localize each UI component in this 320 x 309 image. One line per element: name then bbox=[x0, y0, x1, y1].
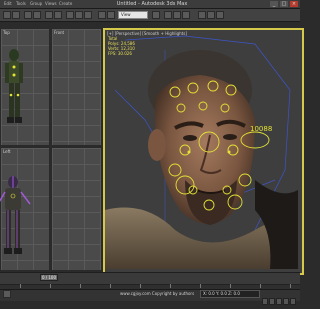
minimize-button[interactable]: _ bbox=[270, 1, 278, 7]
menu-views[interactable]: Views bbox=[45, 0, 57, 8]
go-to-start-icon[interactable] bbox=[262, 298, 268, 305]
previous-frame-icon[interactable] bbox=[269, 298, 275, 305]
timeline-tick bbox=[50, 284, 51, 288]
mirror-icon[interactable] bbox=[98, 11, 106, 19]
select-region-icon[interactable] bbox=[54, 11, 62, 19]
viewport-front-label: Front bbox=[54, 30, 65, 35]
character-front-view-figure[interactable] bbox=[0, 172, 34, 270]
transform-coordinates[interactable]: X: 0.0 Y: 0.0 Z: 0.0 bbox=[200, 290, 260, 298]
timeline-tick bbox=[290, 284, 291, 288]
maximize-button[interactable]: □ bbox=[280, 1, 288, 7]
reference-coordinate-dropdown[interactable]: View bbox=[118, 11, 148, 19]
rotate-icon[interactable] bbox=[75, 11, 83, 19]
material-editor-icon[interactable] bbox=[198, 11, 206, 19]
percent-snap-icon[interactable] bbox=[182, 11, 190, 19]
move-icon[interactable] bbox=[66, 11, 74, 19]
render-setup-icon[interactable] bbox=[207, 11, 215, 19]
timeline-tick bbox=[170, 284, 171, 288]
undo-icon[interactable] bbox=[3, 11, 11, 19]
timeline-tick bbox=[20, 284, 21, 288]
timeline-tick bbox=[110, 284, 111, 288]
pivot-icon[interactable] bbox=[152, 11, 160, 19]
menu-tools[interactable]: Tools bbox=[16, 0, 26, 8]
timeline-tick bbox=[140, 284, 141, 288]
viewport-left-label: Left bbox=[3, 149, 11, 154]
link-icon[interactable] bbox=[24, 11, 32, 19]
close-button[interactable]: × bbox=[290, 1, 298, 7]
snap-icon[interactable] bbox=[164, 11, 172, 19]
status-text: www.cgjoy.com Copyright by authors bbox=[120, 291, 195, 296]
menu-create[interactable]: Create bbox=[59, 0, 72, 8]
menu-edit[interactable]: Edit bbox=[4, 0, 12, 8]
next-frame-icon[interactable] bbox=[283, 298, 289, 305]
render-icon[interactable] bbox=[216, 11, 224, 19]
timeline-tick bbox=[230, 284, 231, 288]
angle-snap-icon[interactable] bbox=[173, 11, 181, 19]
character-head-model[interactable] bbox=[105, 30, 298, 269]
align-icon[interactable] bbox=[107, 11, 115, 19]
select-icon[interactable] bbox=[45, 11, 53, 19]
timeline-tick bbox=[200, 284, 201, 288]
timeline-tick bbox=[260, 284, 261, 288]
window-title: Untitled - Autodesk 3ds Max bbox=[116, 1, 188, 7]
timeline-slider[interactable]: 0 / 100 bbox=[40, 274, 58, 281]
unlink-icon[interactable] bbox=[33, 11, 41, 19]
go-to-end-icon[interactable] bbox=[290, 298, 296, 305]
playback-controls bbox=[262, 290, 298, 305]
menu-group[interactable]: Group bbox=[30, 0, 42, 8]
viewport-top-label: Top bbox=[3, 30, 10, 35]
scale-icon[interactable] bbox=[84, 11, 92, 19]
viewport-front[interactable]: Front bbox=[51, 28, 102, 146]
character-side-view-figure[interactable] bbox=[0, 45, 30, 145]
play-icon[interactable] bbox=[276, 298, 282, 305]
rig-control-label: 10088 bbox=[250, 125, 273, 133]
redo-icon[interactable] bbox=[12, 11, 20, 19]
maxscript-listener-icon[interactable] bbox=[3, 290, 11, 298]
timeline-tick bbox=[80, 284, 81, 288]
viewport-bottom-right[interactable] bbox=[51, 147, 102, 271]
